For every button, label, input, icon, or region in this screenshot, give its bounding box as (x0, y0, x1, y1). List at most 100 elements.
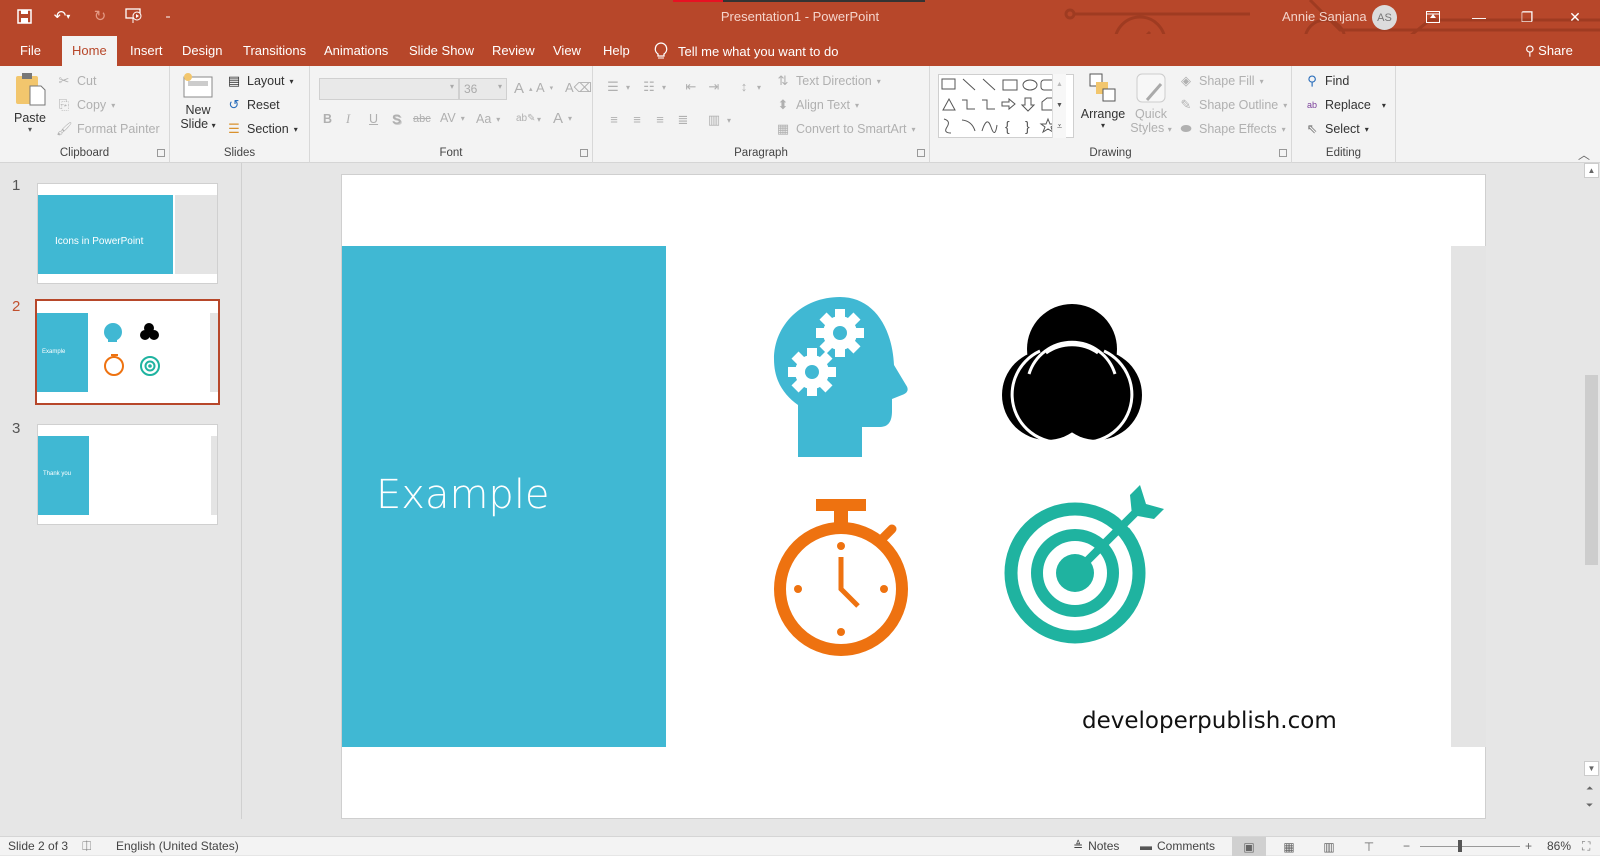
vertical-scrollbar[interactable]: ▲ ▼ ⏶ ⏷ (1583, 163, 1600, 819)
zoom-slider-thumb[interactable] (1458, 840, 1462, 852)
shadow-button[interactable]: S (392, 111, 401, 127)
slide-thumbnail-2[interactable]: Example (35, 299, 220, 405)
zoom-level[interactable]: 86% (1547, 839, 1571, 853)
strikethrough-button[interactable]: abc (413, 113, 431, 125)
tell-me-search[interactable]: Tell me what you want to do (654, 42, 838, 60)
convert-smartart-button[interactable]: ▦ Convert to SmartArt ▾ (775, 121, 916, 137)
language-indicator[interactable]: English (United States) (116, 839, 239, 853)
slide-show-view-button[interactable]: ⊤ (1352, 837, 1386, 856)
grow-font-button[interactable]: A ▴ (514, 80, 533, 97)
zoom-in-button[interactable]: + (1525, 839, 1532, 853)
restore-button[interactable]: ❐ (1504, 0, 1550, 34)
minimize-button[interactable]: — (1456, 0, 1502, 34)
slide-thumbnail-3[interactable]: Thank you (37, 424, 218, 525)
tab-view[interactable]: View (553, 43, 581, 58)
current-slide[interactable]: Example developerpublish.com (341, 174, 1486, 819)
quick-styles-button[interactable]: Quick Styles ▾ (1130, 72, 1172, 135)
venn-diagram-icon[interactable] (1002, 303, 1142, 441)
select-button[interactable]: ⇖ Select ▾ (1304, 121, 1369, 137)
comments-button[interactable]: ▬ Comments (1140, 839, 1215, 853)
layout-button[interactable]: ▤ Layout ▾ (226, 73, 294, 89)
notes-button[interactable]: ≜ Notes (1073, 839, 1119, 853)
align-right-button[interactable]: ≡ (652, 112, 668, 128)
slide-sorter-view-button[interactable]: ▦ (1272, 837, 1306, 856)
shapes-scroll-up-icon[interactable]: ▲ (1053, 74, 1066, 95)
shapes-gallery-scroll[interactable]: ▲ ▼ ⩡ (1052, 74, 1066, 138)
shrink-font-button[interactable]: A ▾ (536, 80, 553, 95)
shape-fill-button[interactable]: ◈ Shape Fill ▾ (1178, 73, 1264, 89)
scroll-thumb[interactable] (1585, 375, 1598, 565)
tab-review[interactable]: Review (492, 43, 535, 58)
tab-home[interactable]: Home (62, 36, 117, 66)
text-direction-button[interactable]: ⇅ Text Direction ▾ (775, 73, 881, 89)
reset-button[interactable]: ↺ Reset (226, 97, 280, 113)
increase-indent-button[interactable]: ⇥ (706, 79, 722, 95)
tab-file[interactable]: File (20, 43, 41, 58)
drawing-launcher-icon[interactable] (1279, 149, 1287, 157)
fit-slide-icon[interactable]: ⛶ (1582, 839, 1590, 854)
character-spacing-button[interactable]: AV ▾ (440, 111, 465, 125)
zoom-out-button[interactable]: − (1403, 839, 1410, 853)
italic-button[interactable]: I (346, 112, 350, 127)
head-gears-icon[interactable] (772, 295, 912, 460)
shape-effects-button[interactable]: ⬬ Shape Effects ▾ (1178, 121, 1285, 137)
close-button[interactable]: ✕ (1552, 0, 1598, 34)
spell-check-icon[interactable]: ⎅ (82, 839, 92, 854)
font-size-combo[interactable]: 36 ▾ (459, 78, 507, 100)
shapes-scroll-down-icon[interactable]: ▼ (1053, 95, 1066, 116)
shapes-more-icon[interactable]: ⩡ (1053, 116, 1066, 137)
numbering-button[interactable]: ☷ ▾ (641, 79, 666, 95)
slide-title[interactable]: Example (376, 472, 550, 518)
normal-view-button[interactable]: ▣ (1232, 837, 1266, 856)
clear-formatting-button[interactable]: A⌫ (565, 80, 592, 96)
new-slide-button[interactable]: New Slide ▾ (178, 72, 218, 131)
font-launcher-icon[interactable] (580, 149, 588, 157)
align-left-button[interactable]: ≡ (606, 112, 622, 128)
font-name-combo[interactable]: ▾ (319, 78, 459, 100)
font-color-button[interactable]: A ▾ (553, 110, 572, 127)
user-name[interactable]: Annie Sanjana (1282, 9, 1367, 24)
tab-help[interactable]: Help (603, 43, 630, 58)
line-spacing-button[interactable]: ↕ ▾ (736, 79, 761, 95)
clipboard-launcher-icon[interactable] (157, 149, 165, 157)
collapse-ribbon-icon[interactable]: ︿ (1578, 146, 1590, 163)
tab-design[interactable]: Design (182, 43, 222, 58)
stopwatch-icon[interactable] (772, 497, 912, 657)
center-button[interactable]: ≡ (629, 112, 645, 128)
avatar[interactable]: AS (1372, 5, 1397, 30)
bullets-button[interactable]: ☰ ▾ (605, 79, 630, 95)
columns-button[interactable]: ▥ ▾ (706, 112, 731, 128)
scroll-up-icon[interactable]: ▲ (1584, 163, 1599, 178)
tab-insert[interactable]: Insert (130, 43, 163, 58)
change-case-button[interactable]: Aa ▾ (476, 112, 500, 126)
copy-button[interactable]: ⎘ Copy ▾ (56, 97, 115, 113)
share-button[interactable]: ⚲ Share (1525, 43, 1573, 59)
underline-button[interactable]: U (369, 112, 378, 126)
scroll-down-icon[interactable]: ▼ (1584, 761, 1599, 776)
previous-slide-icon[interactable]: ⏶ (1586, 783, 1593, 794)
decrease-indent-button[interactable]: ⇤ (683, 79, 699, 95)
highlight-button[interactable]: ab✎ ▾ (516, 111, 541, 127)
paragraph-launcher-icon[interactable] (917, 149, 925, 157)
target-arrow-icon[interactable] (1000, 485, 1165, 647)
zoom-slider[interactable] (1420, 846, 1520, 847)
paste-button[interactable]: Paste ▾ (12, 72, 48, 142)
footer-website[interactable]: developerpublish.com (1082, 708, 1337, 734)
tab-transitions[interactable]: Transitions (243, 43, 306, 58)
section-button[interactable]: ☰ Section ▾ (226, 121, 298, 137)
cut-button[interactable]: ✂ Cut (56, 73, 97, 89)
tab-slide-show[interactable]: Slide Show (409, 43, 474, 58)
slide-thumbnail-1[interactable]: Icons in PowerPoint (37, 183, 218, 284)
ribbon-display-options-button[interactable] (1410, 0, 1456, 34)
replace-button[interactable]: ab Replace ▾ (1304, 97, 1386, 113)
justify-button[interactable]: ≣ (675, 112, 691, 128)
find-button[interactable]: ⚲ Find (1304, 73, 1349, 89)
next-slide-icon[interactable]: ⏷ (1586, 800, 1593, 811)
align-text-button[interactable]: ⬍ Align Text ▾ (775, 97, 859, 113)
reading-view-button[interactable]: ▥ (1312, 837, 1346, 856)
bold-button[interactable]: B (323, 112, 332, 126)
arrange-button[interactable]: Arrange ▾ (1078, 72, 1128, 130)
format-painter-button[interactable]: 🖌 Format Painter (56, 121, 160, 137)
shape-outline-button[interactable]: ✎ Shape Outline ▾ (1178, 97, 1288, 113)
tab-animations[interactable]: Animations (324, 43, 388, 58)
